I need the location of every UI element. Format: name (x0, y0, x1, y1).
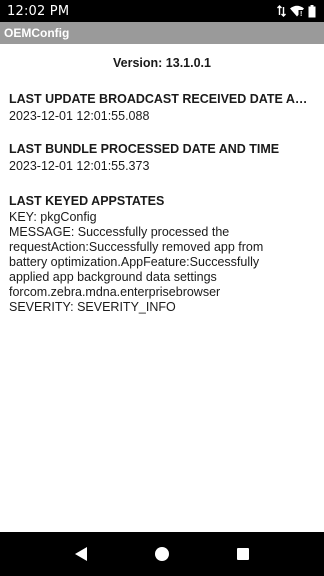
appstate-message-line: battery optimization.AppFeature:Successf… (9, 255, 260, 269)
appstate-details: KEY: pkgConfig MESSAGE: Successfully pro… (9, 210, 314, 315)
navigation-bar (0, 532, 324, 576)
main-content: Version: 13.1.0.1 LAST UPDATE BROADCAST … (0, 44, 324, 532)
app-title: OEMConfig (4, 26, 70, 40)
section-value: 2023-12-01 12:01:55.373 (9, 159, 150, 173)
back-icon[interactable] (61, 534, 101, 574)
section-value: 2023-12-01 12:01:55.088 (9, 109, 150, 123)
appstate-message-line: forcom.zebra.mdna.enterprisebrowser (9, 285, 221, 299)
battery-icon (308, 4, 316, 18)
version-label: Version: 13.1.0.1 (113, 56, 211, 70)
appstate-message-line: MESSAGE: Successfully processed the (9, 225, 230, 239)
appstate-message-line: applied app background data settings (9, 270, 217, 284)
wifi-icon: ! (290, 5, 304, 17)
last-keyed-appstates-section: LAST KEYED APPSTATES KEY: pkgConfig MESS… (9, 194, 314, 315)
status-bar: 12:02 PM ! (0, 0, 324, 22)
section-title: LAST KEYED APPSTATES (9, 194, 165, 208)
status-icons: ! (277, 4, 316, 18)
appstate-key: KEY: pkgConfig (9, 210, 97, 224)
section-title: LAST UPDATE BROADCAST RECEIVED DATE AND … (9, 92, 314, 106)
svg-text:!: ! (300, 11, 302, 17)
section-title: LAST BUNDLE PROCESSED DATE AND TIME (9, 142, 280, 156)
app-bar: OEMConfig (0, 22, 324, 44)
appstate-message-line: requestAction:Successfully removed app f… (9, 240, 264, 254)
recents-icon[interactable] (223, 534, 263, 574)
status-time: 12:02 PM (7, 3, 70, 19)
data-transfer-icon (277, 5, 286, 17)
last-bundle-processed-section: LAST BUNDLE PROCESSED DATE AND TIME 2023… (9, 142, 314, 174)
last-update-broadcast-section: LAST UPDATE BROADCAST RECEIVED DATE AND … (9, 92, 314, 124)
home-icon[interactable] (142, 534, 182, 574)
appstate-severity: SEVERITY: SEVERITY_INFO (9, 300, 176, 314)
